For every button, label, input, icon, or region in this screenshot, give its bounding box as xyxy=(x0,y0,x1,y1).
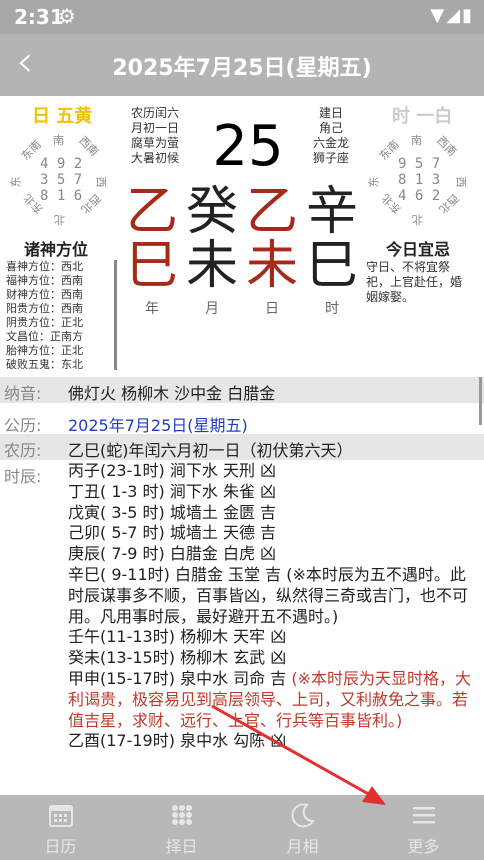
scroll-indicator-left xyxy=(114,260,117,370)
list-item: 文昌位：正南方 xyxy=(6,330,83,343)
day-flying-star-title: 日 五黄 xyxy=(32,106,93,127)
nav-more[interactable]: 更多 xyxy=(363,795,484,860)
settings-notification-icon: ⚙ xyxy=(58,4,76,28)
nav-label: 择日 xyxy=(165,837,198,856)
gregorian-value: 2025年7月25日(星期五) xyxy=(68,416,248,435)
ganzhi-label-day: 日 xyxy=(265,301,279,317)
page-title: 2025年7月25日(星期五) xyxy=(112,56,372,81)
app-header: ‹ 2025年7月25日(星期五) xyxy=(0,34,484,96)
deity-directions-list: 喜神方位：西北 福神方位：西南 财神方位：西南 阳贵方位：西南 阴贵方位：正北 … xyxy=(6,260,83,372)
today-yiji-text: 守日、不将宜祭祀，上官赴任，婚姻嫁娶。 xyxy=(366,260,463,304)
nayin-row: 纳音: 佛灯火 杨柳木 沙中金 白腊金 xyxy=(0,377,484,403)
compass-label: 南 xyxy=(411,134,422,147)
ganzhi-month-branch: 未 xyxy=(186,236,239,296)
battery-icon: ▮ xyxy=(462,5,474,26)
nav-date-select[interactable]: 择日 xyxy=(121,795,242,860)
list-item: 辛巳( 9-11时) 白腊金 玉堂 吉 (※本时辰为五不遇时。此时辰谋事多不顺，… xyxy=(68,564,469,626)
grid-icon xyxy=(171,805,192,825)
nayin-label: 纳音: xyxy=(4,384,42,403)
ganzhi-year-stem: 乙 xyxy=(126,182,179,242)
deity-directions-heading: 诸神方位 xyxy=(24,240,89,259)
menu-icon xyxy=(412,807,435,824)
nayin-value: 佛灯火 杨柳木 沙中金 白腊金 xyxy=(68,384,276,403)
ganzhi-year-branch: 巳 xyxy=(126,236,179,296)
list-item: 壬午(11-13时) 杨柳木 天牢 凶 xyxy=(68,627,287,647)
shichen-list: 丙子(23-1时) 涧下水 天刑 凶 丁丑( 1-3 时) 涧下水 朱雀 凶 戊… xyxy=(68,461,476,795)
ganzhi-month-stem: 癸 xyxy=(186,182,239,242)
list-item: 甲申(15-17时) 泉中水 司命 吉 (※本时辰为天显时格，大利谒贵，极容易见… xyxy=(68,668,471,730)
nav-label: 更多 xyxy=(407,837,440,856)
shichen-label: 时辰: xyxy=(4,467,42,486)
gregorian-row: 公历: 2025年7月25日(星期五) xyxy=(0,409,484,435)
ganzhi-label-hour: 时 xyxy=(325,301,339,317)
list-item: 癸未(13-15时) 杨柳木 玄武 凶 xyxy=(68,648,287,668)
compass-label: 东 xyxy=(367,176,381,188)
hour-flying-star-title: 时 一白 xyxy=(392,106,453,127)
nav-moon-phase[interactable]: 月相 xyxy=(242,795,363,860)
ganzhi-hour-branch: 巳 xyxy=(306,236,359,296)
list-item: 丁丑( 1-3 时) 涧下水 朱雀 凶 xyxy=(68,481,277,501)
compass-label: 西 xyxy=(94,176,108,188)
list-item: 丙子(23-1时) 涧下水 天刑 凶 xyxy=(68,461,277,480)
nav-label: 月相 xyxy=(286,837,319,856)
almanac-panel: 日 五黄 南 西南 西 西北 北 东北 东 东南 4 9 2 3 5 7 8 1… xyxy=(0,96,484,376)
compass-label: 北 xyxy=(54,213,65,226)
compass-label: 北 xyxy=(412,213,423,226)
list-item: 福神方位：西南 xyxy=(6,274,83,287)
flying-star-grid-right: 9 5 7 8 1 3 4 6 2 xyxy=(398,156,441,204)
list-item: 戊寅( 3-5 时) 城墙土 金匮 吉 xyxy=(68,502,277,522)
lunar-label: 农历: xyxy=(4,441,42,460)
lunar-info: 农历闰六 月初一日 腐草为萤 大暑初候 xyxy=(130,106,179,165)
list-item: 喜神方位：西北 xyxy=(6,260,83,273)
list-item: 阴贵方位：正北 xyxy=(6,316,83,329)
compass-label: 西 xyxy=(454,176,468,188)
ganzhi-label-year: 年 xyxy=(145,301,159,317)
gregorian-label: 公历: xyxy=(4,416,42,435)
list-item: 阳贵方位：西南 xyxy=(6,302,83,315)
nav-calendar[interactable]: 日历 xyxy=(0,795,121,860)
compass-label: 东 xyxy=(9,176,23,188)
list-item: 己卯( 5-7 时) 城墙土 天德 吉 xyxy=(68,523,277,543)
list-item: 财神方位：西南 xyxy=(6,288,83,301)
ganzhi-day-branch: 未 xyxy=(246,236,299,296)
today-yiji-heading: 今日宜忌 xyxy=(386,240,451,259)
flying-star-grid-left: 4 9 2 3 5 7 8 1 6 xyxy=(40,156,83,204)
compass-label: 南 xyxy=(53,134,64,147)
ganzhi-day-stem: 乙 xyxy=(246,182,299,242)
list-item: 破败五鬼：东北 xyxy=(6,358,83,371)
day-number: 25 xyxy=(212,114,284,179)
day-info-right: 建日 角己 六金龙 狮子座 xyxy=(312,106,349,165)
status-icons: ▼◢▮ xyxy=(430,5,474,26)
signal-icon: ◢ xyxy=(446,5,463,26)
status-time: 2:31 xyxy=(14,5,64,29)
status-bar: 2:31 ⚙ ▼◢▮ xyxy=(0,0,484,34)
list-item: 乙酉(17-19时) 泉中水 勾陈 凶 xyxy=(68,731,287,751)
moon-icon xyxy=(291,803,315,828)
calendar-icon xyxy=(48,805,73,827)
lunar-value: 乙巳(蛇)年闰六月初一日（初伏第六天） xyxy=(68,441,353,460)
back-chevron-icon[interactable]: ‹ xyxy=(16,40,34,84)
ganzhi-hour-stem: 辛 xyxy=(306,182,359,242)
nav-label: 日历 xyxy=(44,837,77,856)
list-item: 庚辰( 7-9 时) 白腊金 白虎 凶 xyxy=(68,544,277,564)
ganzhi-label-month: 月 xyxy=(205,301,219,317)
wifi-icon: ▼ xyxy=(430,5,447,26)
bottom-nav: 日历 择日 月相 更多 xyxy=(0,795,484,860)
lunar-row: 农历: 乙巳(蛇)年闰六月初一日（初伏第六天） xyxy=(0,434,484,460)
list-item: 胎神方位：正北 xyxy=(6,344,83,357)
